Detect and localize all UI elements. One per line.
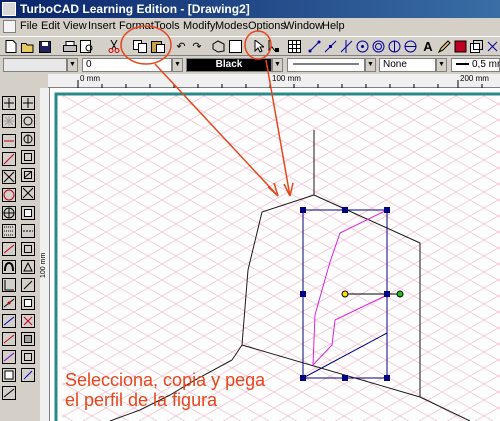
ruler-label-100: 100 mm: [272, 74, 301, 83]
property-toolbar: ▼ 0 ▼ Black ▼ ▼ None ▼ 0,5 mr: [0, 56, 500, 74]
menu-help[interactable]: Help: [322, 20, 345, 32]
width-value-field[interactable]: 0,5 mr: [469, 58, 500, 72]
snap-arc-icon[interactable]: [386, 39, 402, 54]
annotation-text: Selecciona, copia y pega el perfil de la…: [65, 370, 265, 410]
palette-icons: [2, 96, 35, 400]
document-icon[interactable]: [3, 20, 16, 33]
menu-bar: File Edit View Insert Format Tools Modif…: [0, 18, 500, 36]
chevron-down-icon[interactable]: ▼: [365, 58, 376, 72]
tool-palette: [0, 74, 40, 421]
print-icon[interactable]: [62, 39, 78, 54]
app-icon: [2, 2, 16, 16]
menu-view[interactable]: View: [63, 20, 87, 32]
layer-field[interactable]: 0: [82, 58, 172, 72]
snap-icon-3[interactable]: [338, 39, 354, 54]
view-sheet-icon[interactable]: [227, 39, 243, 54]
edit-tool-icon[interactable]: [266, 39, 282, 54]
ruler-label-200: 200 mm: [460, 74, 489, 83]
layer-icon[interactable]: [468, 39, 484, 54]
redo-icon[interactable]: ↷: [189, 39, 205, 54]
menu-modes[interactable]: Modes: [215, 20, 248, 32]
ruler-label-0: 0 mm: [80, 74, 100, 83]
snap-icon-2[interactable]: [322, 39, 338, 54]
vertical-ruler: 100 mm: [40, 88, 50, 421]
grid-icon[interactable]: [286, 39, 302, 54]
menu-edit[interactable]: Edit: [41, 20, 60, 32]
snap-center-icon[interactable]: [370, 39, 386, 54]
snap-circle-icon[interactable]: [354, 39, 370, 54]
select-arrow-icon[interactable]: [251, 39, 267, 54]
open-icon[interactable]: [20, 39, 36, 54]
menu-insert[interactable]: Insert: [88, 20, 116, 32]
pencil-icon[interactable]: [436, 39, 452, 54]
menu-modify[interactable]: Modify: [183, 20, 215, 32]
save-icon[interactable]: [37, 39, 53, 54]
color-field[interactable]: Black: [186, 58, 272, 72]
title-bar: TurboCAD Learning Edition - [Drawing2]: [0, 0, 500, 18]
menu-file[interactable]: File: [20, 20, 38, 32]
undo-icon[interactable]: ↶: [173, 39, 189, 54]
horizontal-ruler: 0 mm 100 mm 200 mm: [48, 74, 500, 88]
menu-options[interactable]: Options: [248, 20, 286, 32]
paste-icon[interactable]: [150, 39, 166, 54]
menu-window[interactable]: Window: [284, 20, 323, 32]
window-title: TurboCAD Learning Edition - [Drawing2]: [20, 2, 250, 16]
snap-grid-icon[interactable]: [484, 39, 500, 54]
chevron-down-icon[interactable]: ▼: [272, 58, 283, 72]
snap-icon-1[interactable]: [306, 39, 322, 54]
chevron-down-icon[interactable]: ▼: [436, 58, 447, 72]
pattern-field[interactable]: None: [379, 58, 436, 72]
chevron-down-icon[interactable]: ▼: [67, 58, 78, 72]
cut-icon[interactable]: [106, 39, 122, 54]
view-3d-icon[interactable]: [210, 39, 226, 54]
menu-tools[interactable]: Tools: [154, 20, 180, 32]
annotation-line-2: el perfil de la figura: [65, 390, 218, 410]
chevron-down-icon[interactable]: ▼: [172, 58, 183, 72]
print-preview-icon[interactable]: [79, 39, 95, 54]
snap-quadrant-icon[interactable]: [402, 39, 418, 54]
coordinate-field[interactable]: [3, 58, 67, 72]
annotation-line-1: Selecciona, copia y pega: [65, 370, 266, 390]
menu-format[interactable]: Format: [119, 20, 154, 32]
main-toolbar: ↶ ↷ A: [0, 36, 500, 56]
new-icon[interactable]: [3, 39, 19, 54]
ruler-label-left-100: 100 mm: [40, 252, 47, 278]
text-icon[interactable]: A: [420, 39, 436, 54]
copy-icon[interactable]: [132, 39, 148, 54]
fill-icon[interactable]: [452, 39, 468, 54]
line-style-field[interactable]: [287, 58, 365, 72]
